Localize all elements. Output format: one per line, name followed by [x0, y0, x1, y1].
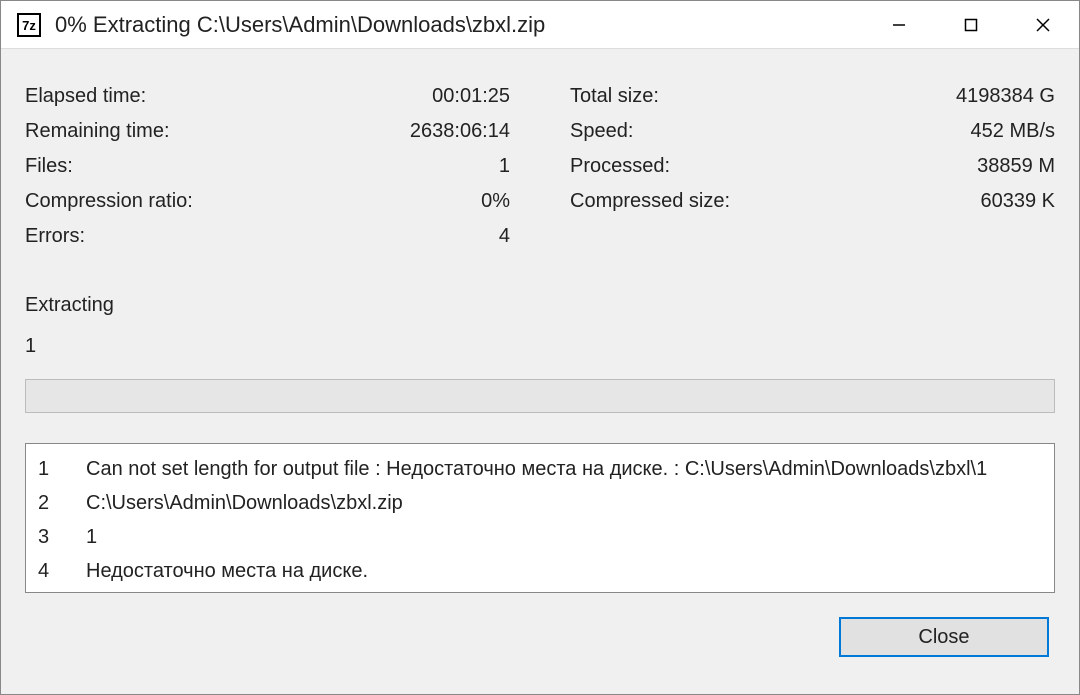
minimize-button[interactable]: [863, 1, 935, 49]
error-num: 3: [38, 520, 86, 554]
close-button[interactable]: Close: [839, 617, 1049, 657]
elapsed-value: 00:01:25: [432, 79, 510, 114]
current-file: 1: [25, 331, 1055, 361]
error-text: Недостаточно места на диске.: [86, 554, 368, 588]
processed-label: Processed:: [570, 149, 670, 184]
ratio-value: 0%: [481, 184, 510, 219]
error-row: 4Недостаточно места на диске.: [38, 554, 1042, 588]
window-title: 0% Extracting C:\Users\Admin\Downloads\z…: [55, 12, 863, 38]
error-text: Can not set length for output file : Нед…: [86, 452, 987, 486]
compressed-value: 60339 K: [980, 184, 1055, 219]
error-num: 1: [38, 452, 86, 486]
speed-label: Speed:: [570, 114, 633, 149]
window-controls: [863, 1, 1079, 49]
files-value: 1: [499, 149, 510, 184]
progress-bar: [25, 379, 1055, 413]
title-bar: 7z 0% Extracting C:\Users\Admin\Download…: [1, 1, 1079, 49]
errors-value: 4: [499, 219, 510, 254]
error-row: 31: [38, 520, 1042, 554]
error-num: 4: [38, 554, 86, 588]
elapsed-label: Elapsed time:: [25, 79, 146, 114]
maximize-button[interactable]: [935, 1, 1007, 49]
files-label: Files:: [25, 149, 73, 184]
dialog-content: Elapsed time: 00:01:25 Remaining time: 263…: [1, 49, 1079, 694]
error-text: C:\Users\Admin\Downloads\zbxl.zip: [86, 486, 403, 520]
ratio-label: Compression ratio:: [25, 184, 193, 219]
status-text: Extracting: [25, 289, 1055, 321]
stats-panel: Elapsed time: 00:01:25 Remaining time: 263…: [25, 79, 1055, 254]
remaining-label: Remaining time:: [25, 114, 170, 149]
svg-text:7z: 7z: [22, 18, 36, 33]
error-text: 1: [86, 520, 97, 554]
app-icon: 7z: [15, 11, 43, 39]
compressed-label: Compressed size:: [570, 184, 730, 219]
extraction-dialog: 7z 0% Extracting C:\Users\Admin\Download…: [0, 0, 1080, 695]
error-list[interactable]: 1Can not set length for output file : Не…: [25, 443, 1055, 593]
error-row: 1Can not set length for output file : Не…: [38, 452, 1042, 486]
speed-value: 452 MB/s: [971, 114, 1055, 149]
dialog-footer: Close: [25, 617, 1055, 657]
processed-value: 38859 M: [977, 149, 1055, 184]
stats-right: Total size: 4198384 G Speed: 452 MB/s Proc…: [570, 79, 1055, 254]
error-num: 2: [38, 486, 86, 520]
total-size-value: 4198384 G: [956, 79, 1055, 114]
error-row: 2C:\Users\Admin\Downloads\zbxl.zip: [38, 486, 1042, 520]
stats-left: Elapsed time: 00:01:25 Remaining time: 263…: [25, 79, 510, 254]
remaining-value: 2638:06:14: [410, 114, 510, 149]
close-window-button[interactable]: [1007, 1, 1079, 49]
errors-label: Errors:: [25, 219, 85, 254]
total-size-label: Total size:: [570, 79, 659, 114]
